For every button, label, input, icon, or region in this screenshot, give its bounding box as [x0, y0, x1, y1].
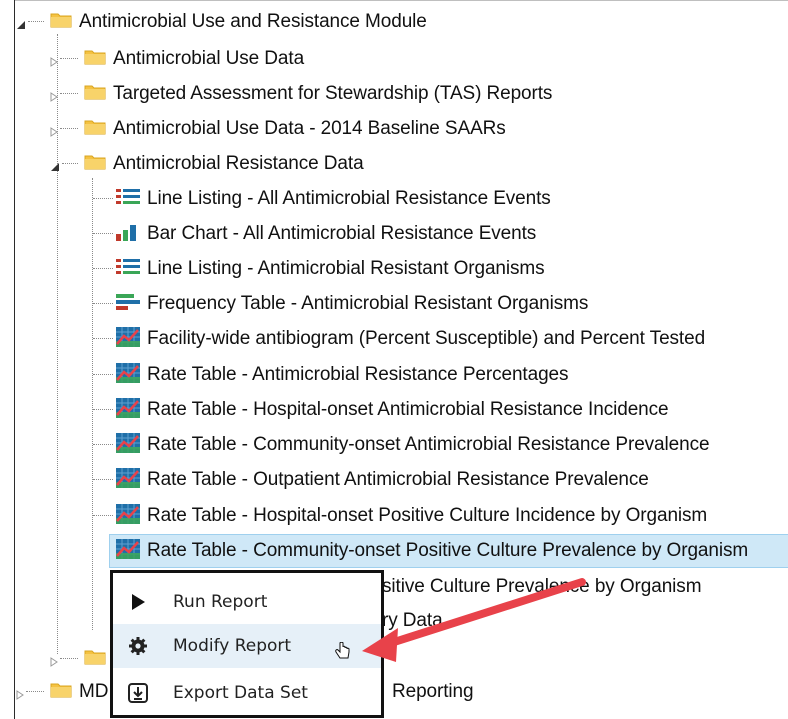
annotation-arrow	[362, 578, 586, 662]
